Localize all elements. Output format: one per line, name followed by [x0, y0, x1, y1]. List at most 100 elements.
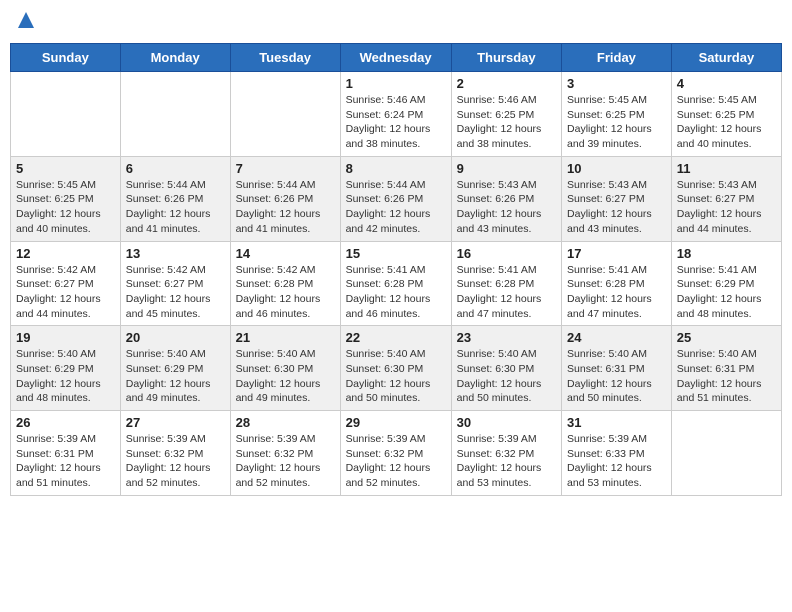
calendar-week-3: 12 Sunrise: 5:42 AM Sunset: 6:27 PM Dayli… — [11, 241, 782, 326]
day-number: 20 — [126, 330, 225, 345]
day-number: 24 — [567, 330, 666, 345]
day-number: 8 — [346, 161, 446, 176]
calendar-cell: 17 Sunrise: 5:41 AM Sunset: 6:28 PM Dayli… — [562, 241, 672, 326]
day-number: 7 — [236, 161, 335, 176]
day-info: Sunrise: 5:40 AM Sunset: 6:29 PM Dayligh… — [16, 347, 115, 406]
day-info: Sunrise: 5:44 AM Sunset: 6:26 PM Dayligh… — [236, 178, 335, 237]
day-info: Sunrise: 5:46 AM Sunset: 6:24 PM Dayligh… — [346, 93, 446, 152]
day-info: Sunrise: 5:42 AM Sunset: 6:27 PM Dayligh… — [126, 263, 225, 322]
day-number: 15 — [346, 246, 446, 261]
calendar-cell: 20Sunrise: 5:40 AM Sunset: 6:29 PM Dayli… — [120, 326, 230, 411]
calendar-cell: 3 Sunrise: 5:45 AM Sunset: 6:25 PM Daylig… — [562, 72, 672, 157]
calendar-cell: 22 Sunrise: 5:40 AM Sunset: 6:30 PM Dayli… — [340, 326, 451, 411]
day-info: Sunrise: 5:40 AM Sunset: 6:30 PM Dayligh… — [236, 347, 335, 406]
calendar-cell — [11, 72, 121, 157]
logo-general — [14, 10, 36, 35]
day-info: Sunrise: 5:39 AM Sunset: 6:32 PM Dayligh… — [457, 432, 556, 491]
calendar-cell: 8 Sunrise: 5:44 AM Sunset: 6:26 PM Daylig… — [340, 156, 451, 241]
page-header — [10, 10, 782, 35]
calendar-cell: 23 Sunrise: 5:40 AM Sunset: 6:30 PM Dayli… — [451, 326, 561, 411]
calendar-cell: 7 Sunrise: 5:44 AM Sunset: 6:26 PM Daylig… — [230, 156, 340, 241]
day-info: Sunrise: 5:40 AM Sunset: 6:31 PM Dayligh… — [567, 347, 666, 406]
calendar-week-1: 1 Sunrise: 5:46 AM Sunset: 6:24 PM Daylig… — [11, 72, 782, 157]
day-info: Sunrise: 5:41 AM Sunset: 6:28 PM Dayligh… — [567, 263, 666, 322]
day-number: 10 — [567, 161, 666, 176]
day-number: 18 — [677, 246, 776, 261]
day-number: 6 — [126, 161, 225, 176]
day-header-monday: Monday — [120, 44, 230, 72]
day-number: 26 — [16, 415, 115, 430]
day-info: Sunrise: 5:39 AM Sunset: 6:31 PM Dayligh… — [16, 432, 115, 491]
day-number: 17 — [567, 246, 666, 261]
day-info: Sunrise: 5:39 AM Sunset: 6:32 PM Dayligh… — [346, 432, 446, 491]
day-number: 27 — [126, 415, 225, 430]
calendar-cell: 16Sunrise: 5:41 AM Sunset: 6:28 PM Dayli… — [451, 241, 561, 326]
calendar-cell: 5Sunrise: 5:45 AM Sunset: 6:25 PM Daylig… — [11, 156, 121, 241]
day-number: 29 — [346, 415, 446, 430]
calendar-week-4: 19Sunrise: 5:40 AM Sunset: 6:29 PM Dayli… — [11, 326, 782, 411]
calendar-cell: 21 Sunrise: 5:40 AM Sunset: 6:30 PM Dayli… — [230, 326, 340, 411]
calendar-cell: 14 Sunrise: 5:42 AM Sunset: 6:28 PM Dayli… — [230, 241, 340, 326]
calendar-cell: 2Sunrise: 5:46 AM Sunset: 6:25 PM Daylig… — [451, 72, 561, 157]
calendar-table: SundayMondayTuesdayWednesdayThursdayFrid… — [10, 43, 782, 496]
day-info: Sunrise: 5:40 AM Sunset: 6:30 PM Dayligh… — [346, 347, 446, 406]
day-header-tuesday: Tuesday — [230, 44, 340, 72]
day-number: 3 — [567, 76, 666, 91]
calendar-cell: 27Sunrise: 5:39 AM Sunset: 6:32 PM Dayli… — [120, 411, 230, 496]
day-info: Sunrise: 5:40 AM Sunset: 6:30 PM Dayligh… — [457, 347, 556, 406]
calendar-cell: 18 Sunrise: 5:41 AM Sunset: 6:29 PM Dayli… — [671, 241, 781, 326]
calendar-cell: 6 Sunrise: 5:44 AM Sunset: 6:26 PM Daylig… — [120, 156, 230, 241]
calendar-cell: 31 Sunrise: 5:39 AM Sunset: 6:33 PM Dayli… — [562, 411, 672, 496]
day-info: Sunrise: 5:41 AM Sunset: 6:28 PM Dayligh… — [457, 263, 556, 322]
day-info: Sunrise: 5:40 AM Sunset: 6:31 PM Dayligh… — [677, 347, 776, 406]
calendar-cell: 19Sunrise: 5:40 AM Sunset: 6:29 PM Dayli… — [11, 326, 121, 411]
day-info: Sunrise: 5:39 AM Sunset: 6:33 PM Dayligh… — [567, 432, 666, 491]
calendar-cell: 4Sunrise: 5:45 AM Sunset: 6:25 PM Daylig… — [671, 72, 781, 157]
day-info: Sunrise: 5:44 AM Sunset: 6:26 PM Dayligh… — [126, 178, 225, 237]
calendar-cell: 24 Sunrise: 5:40 AM Sunset: 6:31 PM Dayli… — [562, 326, 672, 411]
day-number: 13 — [126, 246, 225, 261]
calendar-cell: 30 Sunrise: 5:39 AM Sunset: 6:32 PM Dayli… — [451, 411, 561, 496]
day-number: 28 — [236, 415, 335, 430]
calendar-cell — [671, 411, 781, 496]
day-number: 31 — [567, 415, 666, 430]
day-info: Sunrise: 5:41 AM Sunset: 6:28 PM Dayligh… — [346, 263, 446, 322]
day-number: 14 — [236, 246, 335, 261]
logo — [14, 10, 38, 35]
logo-icon — [16, 10, 36, 30]
day-number: 30 — [457, 415, 556, 430]
day-info: Sunrise: 5:43 AM Sunset: 6:27 PM Dayligh… — [677, 178, 776, 237]
day-number: 9 — [457, 161, 556, 176]
day-info: Sunrise: 5:43 AM Sunset: 6:27 PM Dayligh… — [567, 178, 666, 237]
day-info: Sunrise: 5:46 AM Sunset: 6:25 PM Dayligh… — [457, 93, 556, 152]
day-info: Sunrise: 5:45 AM Sunset: 6:25 PM Dayligh… — [16, 178, 115, 237]
day-header-wednesday: Wednesday — [340, 44, 451, 72]
calendar-cell: 9 Sunrise: 5:43 AM Sunset: 6:26 PM Daylig… — [451, 156, 561, 241]
calendar-week-5: 26 Sunrise: 5:39 AM Sunset: 6:31 PM Dayli… — [11, 411, 782, 496]
calendar-cell — [120, 72, 230, 157]
day-header-thursday: Thursday — [451, 44, 561, 72]
day-number: 1 — [346, 76, 446, 91]
day-number: 12 — [16, 246, 115, 261]
calendar-cell — [230, 72, 340, 157]
day-info: Sunrise: 5:41 AM Sunset: 6:29 PM Dayligh… — [677, 263, 776, 322]
calendar-cell: 1 Sunrise: 5:46 AM Sunset: 6:24 PM Daylig… — [340, 72, 451, 157]
day-number: 21 — [236, 330, 335, 345]
calendar-cell: 10 Sunrise: 5:43 AM Sunset: 6:27 PM Dayli… — [562, 156, 672, 241]
day-number: 22 — [346, 330, 446, 345]
calendar-week-2: 5Sunrise: 5:45 AM Sunset: 6:25 PM Daylig… — [11, 156, 782, 241]
day-info: Sunrise: 5:42 AM Sunset: 6:27 PM Dayligh… — [16, 263, 115, 322]
calendar-cell: 13 Sunrise: 5:42 AM Sunset: 6:27 PM Dayli… — [120, 241, 230, 326]
day-info: Sunrise: 5:42 AM Sunset: 6:28 PM Dayligh… — [236, 263, 335, 322]
calendar-cell: 25Sunrise: 5:40 AM Sunset: 6:31 PM Dayli… — [671, 326, 781, 411]
calendar-cell: 29 Sunrise: 5:39 AM Sunset: 6:32 PM Dayli… — [340, 411, 451, 496]
calendar-cell: 26 Sunrise: 5:39 AM Sunset: 6:31 PM Dayli… — [11, 411, 121, 496]
calendar-cell: 12 Sunrise: 5:42 AM Sunset: 6:27 PM Dayli… — [11, 241, 121, 326]
day-info: Sunrise: 5:44 AM Sunset: 6:26 PM Dayligh… — [346, 178, 446, 237]
day-header-sunday: Sunday — [11, 44, 121, 72]
day-number: 4 — [677, 76, 776, 91]
calendar-cell: 28Sunrise: 5:39 AM Sunset: 6:32 PM Dayli… — [230, 411, 340, 496]
day-info: Sunrise: 5:45 AM Sunset: 6:25 PM Dayligh… — [567, 93, 666, 152]
day-number: 23 — [457, 330, 556, 345]
day-info: Sunrise: 5:43 AM Sunset: 6:26 PM Dayligh… — [457, 178, 556, 237]
